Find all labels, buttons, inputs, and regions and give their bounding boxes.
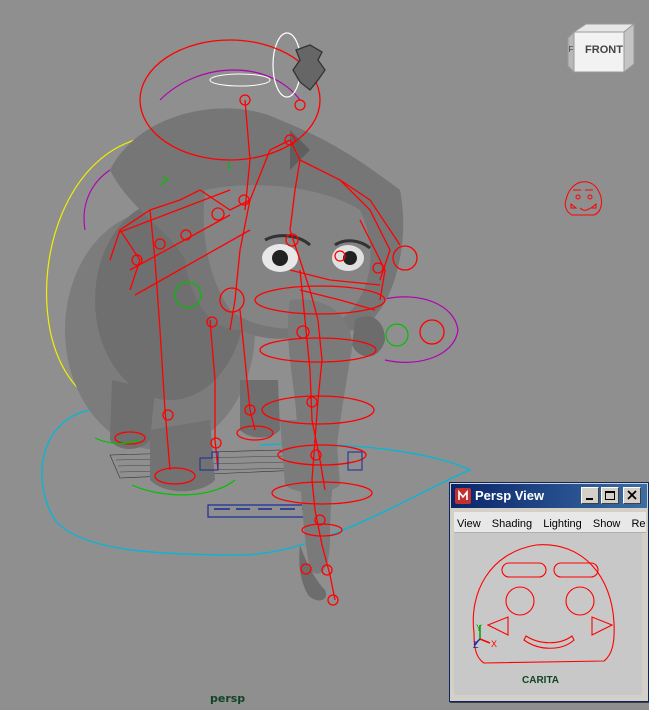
- menu-show[interactable]: Show: [590, 515, 624, 530]
- axis-y-label: Y: [476, 623, 482, 633]
- close-button[interactable]: [623, 487, 641, 504]
- persp-view-title: Persp View: [475, 488, 545, 503]
- axis-z-label: Z: [473, 640, 479, 650]
- view-cube-face-label: FRONT: [585, 44, 623, 56]
- carita-face-controller[interactable]: Y Z X: [454, 533, 642, 695]
- menu-shading[interactable]: Shading: [489, 515, 535, 530]
- camera-label: persp: [210, 692, 246, 705]
- persp-view-menubar: View Shading Lighting Show Ren: [454, 512, 646, 533]
- minimize-icon: [586, 498, 593, 500]
- minimize-button[interactable]: [581, 487, 599, 504]
- menu-lighting[interactable]: Lighting: [540, 515, 585, 530]
- menu-view[interactable]: View: [454, 515, 484, 530]
- persp-view-titlebar[interactable]: Persp View: [451, 484, 647, 508]
- persp-view-window[interactable]: Persp View View Shading Lighting Show Re…: [449, 482, 649, 702]
- axis-x-label: X: [491, 639, 497, 649]
- axis-gizmo: Y Z X: [473, 623, 497, 650]
- face-controller-icon[interactable]: [564, 181, 602, 216]
- maximize-button[interactable]: [601, 487, 619, 504]
- menu-renderer[interactable]: Ren: [628, 515, 646, 530]
- persp-view-canvas[interactable]: Y Z X CARITA: [454, 533, 642, 695]
- maximize-icon: [605, 491, 615, 500]
- view-cube-side-label: F: [569, 45, 574, 54]
- carita-object-label: CARITA: [522, 675, 560, 686]
- maya-viewport[interactable]: FRONT F persp Persp View View Shading Li…: [0, 0, 649, 710]
- view-cube[interactable]: FRONT F: [566, 22, 636, 80]
- close-icon: [627, 490, 637, 500]
- maya-app-icon: [455, 488, 471, 504]
